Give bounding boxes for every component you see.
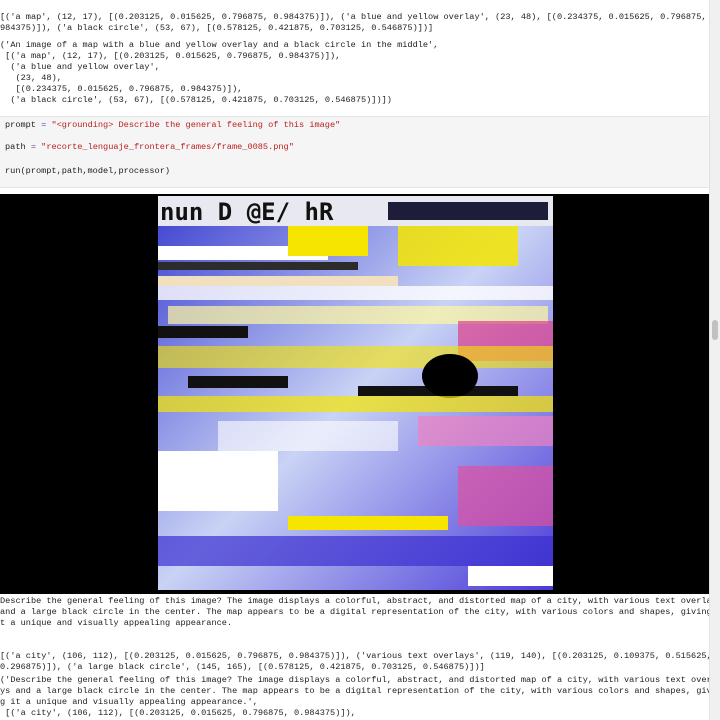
- output-line: 984375)]), ('a black circle', (53, 67), …: [0, 23, 434, 33]
- image-header-text: nun D @E/ hR: [160, 198, 334, 226]
- code-operator: =: [41, 120, 47, 130]
- output-line: ys and a large black circle in the cente…: [0, 686, 720, 696]
- output-line: ('a black circle', (53, 67), [(0.578125,…: [0, 95, 392, 105]
- code-cell[interactable]: prompt = "<grounding> Describe the gener…: [0, 116, 710, 188]
- output-line: 0.296875)]), ('a large black circle', (1…: [0, 662, 485, 672]
- output-line: [('a map', (12, 17), [(0.203125, 0.01562…: [0, 51, 341, 61]
- output-line: [('a city', (106, 112), [(0.203125, 0.01…: [0, 651, 712, 661]
- output-line: g it a unique and visually appealing app…: [0, 697, 258, 707]
- scrollbar-thumb[interactable]: [712, 320, 718, 340]
- code-var: path: [5, 142, 26, 152]
- abstract-map-image: nun D @E/ hR: [158, 196, 553, 590]
- output-line: Describe the general feeling of this ima…: [0, 596, 720, 606]
- output-line: (23, 48),: [0, 73, 62, 83]
- output-line: t a unique and visually appealing appear…: [0, 618, 233, 628]
- output-line: and a large black circle in the center. …: [0, 607, 720, 617]
- code-string: "<grounding> Describe the general feelin…: [51, 120, 341, 130]
- code-var: prompt: [5, 120, 36, 130]
- output-line: [('a city', (106, 112), [(0.203125, 0.01…: [0, 708, 356, 718]
- image-output: nun D @E/ hR: [0, 194, 710, 594]
- output-line: [('a map', (12, 17), [(0.203125, 0.01562…: [0, 12, 720, 22]
- output-line: ('a blue and yellow overlay',: [0, 62, 160, 72]
- output-line: [(0.234375, 0.015625, 0.796875, 0.984375…: [0, 84, 243, 94]
- output-line: ('Describe the general feeling of this i…: [0, 675, 720, 685]
- vertical-scrollbar[interactable]: [709, 0, 720, 720]
- code-line-prompt[interactable]: prompt = "<grounding> Describe the gener…: [5, 120, 340, 131]
- code-line-call[interactable]: run(prompt,path,model,processor): [5, 166, 170, 177]
- code-string: "recorte_lenguaje_frontera_frames/frame_…: [41, 142, 294, 152]
- output-line: ('An image of a map with a blue and yell…: [0, 40, 439, 50]
- code-line-path[interactable]: path = "recorte_lenguaje_frontera_frames…: [5, 142, 294, 153]
- code-operator: =: [30, 142, 36, 152]
